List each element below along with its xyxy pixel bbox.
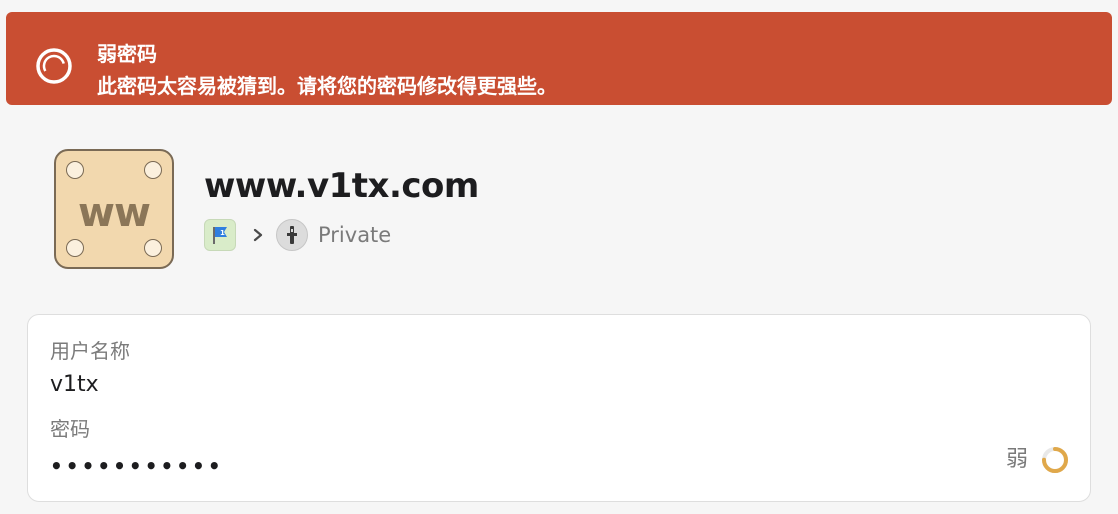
weak-strength-icon: [36, 48, 72, 84]
breadcrumb: 1 Private: [204, 219, 391, 251]
username-label: 用户名称: [50, 339, 130, 363]
item-detail-view: 弱密码 此密码太容易被猜到。请将您的密码修改得更强些。 ww www.v1tx.…: [0, 0, 1118, 514]
password-label: 密码: [50, 417, 90, 441]
login-details-card: 用户名称 v1tx 密码 ••••••••••• 弱: [27, 314, 1091, 502]
username-value[interactable]: v1tx: [50, 370, 99, 400]
flag-glyph: 1: [213, 227, 227, 244]
keyhole-icon[interactable]: [276, 219, 308, 251]
flag-icon[interactable]: 1: [204, 219, 236, 251]
tile-corner-dot: [144, 239, 162, 257]
tile-initials: ww: [78, 190, 151, 236]
svg-text:1: 1: [220, 229, 225, 237]
strength-label: 弱: [1005, 447, 1028, 472]
website-tile-icon: ww: [54, 149, 174, 269]
password-strength-indicator: 弱: [1006, 445, 1070, 475]
strength-ring-icon: [1042, 447, 1068, 473]
vault-name-link[interactable]: Private: [318, 219, 391, 251]
tile-corner-dot: [144, 161, 162, 179]
tile-corner-dot: [66, 239, 84, 257]
banner-message: 此密码太容易被猜到。请将您的密码修改得更强些。: [97, 74, 557, 98]
password-value[interactable]: •••••••••••: [50, 451, 224, 481]
tile-corner-dot: [66, 161, 84, 179]
banner-title: 弱密码: [97, 42, 157, 66]
chevron-right-icon: [244, 219, 272, 251]
item-title: www.v1tx.com: [204, 166, 479, 206]
weak-password-banner: 弱密码 此密码太容易被猜到。请将您的密码修改得更强些。: [6, 12, 1112, 105]
